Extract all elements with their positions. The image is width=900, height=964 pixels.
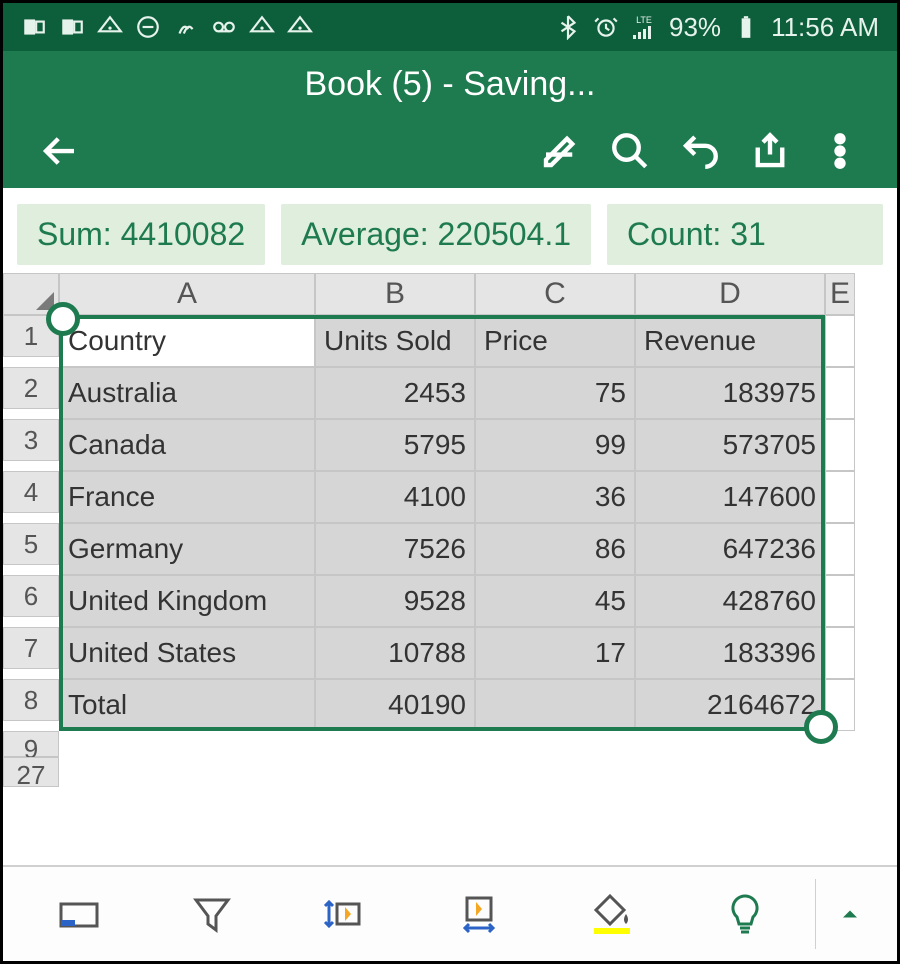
col-header-e-peek[interactable]: E [825,273,855,315]
undo-button[interactable] [665,116,735,186]
cell-c1[interactable]: Price [475,315,635,367]
android-status-bar: LTE 93% 11:56 AM [3,3,897,51]
cell-d5[interactable]: 647236 [635,523,825,575]
cell-c2[interactable]: 75 [475,367,635,419]
aggregate-stats-row: Sum: 4410082 Average: 220504.1 Count: 31 [3,188,897,273]
bottom-command-bar [3,865,897,961]
cell-a5[interactable]: Germany [59,523,315,575]
cell-b5[interactable]: 7526 [315,523,475,575]
row-header-2[interactable]: 2 [3,367,59,409]
cell-d4[interactable]: 147600 [635,471,825,523]
cell-b3[interactable]: 5795 [315,419,475,471]
row-header-partial-9[interactable]: 9 [3,731,59,757]
cell-a8[interactable]: Total [59,679,315,731]
voicemail-icon [211,14,237,40]
ideas-lightbulb-button[interactable] [682,879,809,949]
cell-a1[interactable]: Country [59,315,315,367]
cell-c8[interactable] [475,679,635,731]
col-header-c[interactable]: C [475,273,635,315]
cell-d8[interactable]: 2164672 [635,679,825,731]
share-button[interactable] [735,116,805,186]
cell-b7[interactable]: 10788 [315,627,475,679]
wifi-icon [97,14,123,40]
cell-c4[interactable]: 36 [475,471,635,523]
wifi-icon-2 [249,14,275,40]
app-toolbar [3,114,897,188]
card-view-button[interactable] [15,879,142,949]
cell-d1[interactable]: Revenue [635,315,825,367]
cell-b6[interactable]: 9528 [315,575,475,627]
alarm-icon [593,14,619,40]
cell-d7[interactable]: 183396 [635,627,825,679]
cell-e2[interactable] [825,367,855,419]
cell-b4[interactable]: 4100 [315,471,475,523]
bluetooth-icon [555,14,581,40]
cell-e7[interactable] [825,627,855,679]
more-menu-button[interactable] [805,116,875,186]
cell-a7[interactable]: United States [59,627,315,679]
row-header-4[interactable]: 4 [3,471,59,513]
search-button[interactable] [595,116,665,186]
selection-handle-bottom-right[interactable] [804,710,838,744]
battery-icon [733,14,759,40]
outlook-icon [21,14,47,40]
cell-c5[interactable]: 86 [475,523,635,575]
battery-percent: 93% [669,12,721,43]
cell-e1[interactable] [825,315,855,367]
average-chip[interactable]: Average: 220504.1 [281,204,591,265]
clock-time: 11:56 AM [771,12,879,43]
cell-e6[interactable] [825,575,855,627]
spreadsheet-grid[interactable]: A B C D E 1 Country Units Sold Price Rev… [3,273,897,731]
row-header-partial-27[interactable]: 27 [3,757,59,787]
cell-b8[interactable]: 40190 [315,679,475,731]
expand-ribbon-button[interactable] [815,879,885,949]
cell-c3[interactable]: 99 [475,419,635,471]
col-header-a[interactable]: A [59,273,315,315]
cell-b1[interactable]: Units Sold [315,315,475,367]
document-title: Book (5) - Saving... [304,65,595,103]
cell-a3[interactable]: Canada [59,419,315,471]
row-header-6[interactable]: 6 [3,575,59,617]
cell-d6[interactable]: 428760 [635,575,825,627]
row-header-3[interactable]: 3 [3,419,59,461]
cell-d3[interactable]: 573705 [635,419,825,471]
selection-handle-top-left[interactable] [46,302,80,336]
cell-c7[interactable]: 17 [475,627,635,679]
row-header-7[interactable]: 7 [3,627,59,669]
cell-a2[interactable]: Australia [59,367,315,419]
sort-autofit-cols-button[interactable] [415,879,542,949]
sort-autofit-rows-button[interactable] [282,879,409,949]
count-chip[interactable]: Count: 31 [607,204,883,265]
outlook-icon-2 [59,14,85,40]
col-header-b[interactable]: B [315,273,475,315]
cell-b2[interactable]: 2453 [315,367,475,419]
cell-e3[interactable] [825,419,855,471]
edit-pen-button[interactable] [525,116,595,186]
cell-a6[interactable]: United Kingdom [59,575,315,627]
signal-icon: LTE [631,14,657,40]
cell-d2[interactable]: 183975 [635,367,825,419]
app-title-bar: Book (5) - Saving... [3,51,897,114]
do-not-disturb-icon [135,14,161,40]
cell-a4[interactable]: France [59,471,315,523]
sum-chip[interactable]: Sum: 4410082 [17,204,265,265]
row-header-8[interactable]: 8 [3,679,59,721]
wifi-icon-3 [287,14,313,40]
spreadsheet-grid-area[interactable]: A B C D E 1 Country Units Sold Price Rev… [3,273,897,865]
row-header-5[interactable]: 5 [3,523,59,565]
back-button[interactable] [25,116,95,186]
filter-button[interactable] [148,879,275,949]
fill-color-button[interactable] [548,879,675,949]
cell-e4[interactable] [825,471,855,523]
cell-c6[interactable]: 45 [475,575,635,627]
col-header-d[interactable]: D [635,273,825,315]
cell-e5[interactable] [825,523,855,575]
sprint-icon [173,14,199,40]
